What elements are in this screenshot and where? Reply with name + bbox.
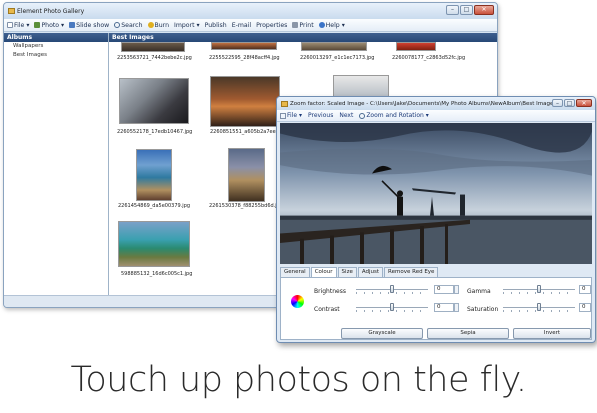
editor-file-menu[interactable]: File ▾ (280, 112, 302, 119)
contrast-slider[interactable] (356, 303, 428, 312)
thumbnail-caption: 2260552178_17edb10467.jpg (117, 129, 193, 135)
contrast-spinner[interactable] (454, 303, 459, 312)
slider-thumb[interactable] (537, 285, 541, 293)
thumbnail[interactable] (136, 149, 172, 201)
album-item-best-images[interactable]: Best Images (4, 51, 108, 60)
brightness-spinner[interactable] (454, 285, 459, 294)
slider-thumb[interactable] (390, 303, 394, 311)
publish-button[interactable]: Publish (205, 22, 227, 29)
tab-remove-red-eye[interactable]: Remove Red Eye (384, 267, 439, 277)
editor-close-button[interactable]: ✕ (576, 99, 592, 107)
file-icon (7, 22, 13, 28)
thumbnail-caption: 2261530378_f88255bd6d.jpg (209, 203, 284, 209)
thumbnail-caption: 598885132_16d6c005c1.jpg (121, 271, 193, 277)
photo-menu[interactable]: Photo ▾ (34, 22, 64, 29)
editor-title: Zoom factor: Scaled Image - C:\Users\Jak… (290, 100, 560, 107)
gallery-header: Best Images (109, 33, 497, 42)
help-menu[interactable]: Help ▾ (318, 22, 345, 29)
print-icon (292, 22, 299, 28)
brightness-slider[interactable] (356, 285, 428, 294)
colour-panel: Brightness 0 Contrast 0 Gamma 0 Saturati… (280, 277, 592, 340)
editor-app-icon (281, 100, 288, 107)
thumbnail[interactable] (211, 42, 277, 50)
previous-button[interactable]: Previous (308, 112, 333, 119)
thumbnail-caption: 2260078177_c2863d52fc.jpg (392, 55, 466, 61)
maximize-button[interactable]: □ (460, 5, 473, 15)
tab-size[interactable]: Size (337, 267, 357, 277)
slider-thumb[interactable] (537, 303, 541, 311)
window-title: Element Photo Gallery (17, 7, 85, 15)
editor-toolbar: File ▾ Previous Next Zoom and Rotation ▾ (277, 110, 595, 122)
contrast-value[interactable]: 0 (434, 303, 454, 312)
thumbnail-caption: 2255522595_28f48acff4.jpg (209, 55, 280, 61)
thumbnail[interactable] (119, 78, 189, 124)
help-icon (318, 22, 325, 28)
slideshow-button[interactable]: Slide show (69, 22, 109, 29)
thumbnail[interactable] (396, 42, 436, 51)
image-editor-window: Zoom factor: Scaled Image - C:\Users\Jak… (276, 96, 596, 343)
gamma-value[interactable]: 0 (579, 285, 591, 294)
burn-button[interactable]: Burn (147, 22, 169, 29)
invert-button[interactable]: Invert (513, 328, 591, 339)
thumbnail[interactable] (121, 42, 185, 52)
photo-icon (34, 22, 41, 28)
import-menu[interactable]: Import ▾ (174, 22, 200, 29)
tagline: Touch up photos on the fly. (70, 360, 527, 400)
grayscale-button[interactable]: Grayscale (341, 328, 423, 339)
tab-adjust[interactable]: Adjust (357, 267, 384, 277)
thumbnail[interactable] (118, 221, 190, 267)
slideshow-icon (69, 22, 76, 28)
gamma-label: Gamma (467, 288, 491, 295)
search-button[interactable]: Search (114, 22, 143, 29)
properties-button[interactable]: Properties (256, 22, 287, 29)
album-item-wallpapers[interactable]: Wallpapers (4, 42, 108, 51)
saturation-slider[interactable] (503, 303, 575, 312)
print-button[interactable]: Print (292, 22, 314, 29)
albums-header: Albums (4, 33, 108, 42)
app-icon (8, 8, 15, 14)
brightness-label: Brightness (314, 288, 346, 295)
file-menu[interactable]: File ▾ (7, 22, 29, 29)
next-button[interactable]: Next (339, 112, 353, 119)
brightness-value[interactable]: 0 (434, 285, 454, 294)
burn-icon (147, 22, 154, 28)
screenshot-stage: Element Photo Gallery – □ ✕ File ▾ Photo… (0, 0, 597, 413)
email-button[interactable]: E-mail (232, 22, 251, 29)
saturation-label: Saturation (467, 306, 499, 313)
search-icon (114, 22, 121, 28)
saturation-value[interactable]: 0 (579, 303, 591, 312)
zoom-rotation-menu[interactable]: Zoom and Rotation ▾ (359, 112, 429, 119)
thumbnail-caption: 2261454869_da5e00379.jpg (118, 203, 191, 209)
thumbnail[interactable] (301, 42, 367, 51)
file-icon (280, 112, 286, 119)
slider-thumb[interactable] (390, 285, 394, 293)
minimize-button[interactable]: – (446, 5, 459, 15)
thumbnail-caption: 2260851551_a605b2a7ee.jpg (210, 129, 285, 135)
editor-tabs: General Colour Size Adjust Remove Red Ey… (280, 267, 439, 277)
thumbnail[interactable] (228, 148, 265, 202)
sepia-button[interactable]: Sepia (427, 328, 509, 339)
editor-minimize-button[interactable]: – (552, 99, 563, 107)
main-titlebar: Element Photo Gallery – □ ✕ (4, 3, 497, 19)
thumbnail-caption: 2253563721_7442bebe2c.jpg (117, 55, 192, 61)
tab-colour[interactable]: Colour (310, 267, 337, 277)
gamma-slider[interactable] (503, 285, 575, 294)
main-toolbar: File ▾ Photo ▾ Slide show Search Burn Im… (4, 19, 497, 32)
color-wheel-icon (291, 295, 304, 308)
albums-pane: Albums Wallpapers Best Images (4, 33, 109, 295)
editor-maximize-button[interactable]: □ (564, 99, 575, 107)
thumbnail-caption: 2260013297_e1c1ec7173.jpg (300, 55, 375, 61)
tab-general[interactable]: General (280, 267, 310, 277)
close-button[interactable]: ✕ (474, 5, 494, 15)
thumbnail[interactable] (210, 76, 280, 127)
contrast-label: Contrast (314, 306, 340, 313)
zoom-icon (359, 112, 366, 119)
editor-titlebar: Zoom factor: Scaled Image - C:\Users\Jak… (277, 97, 595, 110)
